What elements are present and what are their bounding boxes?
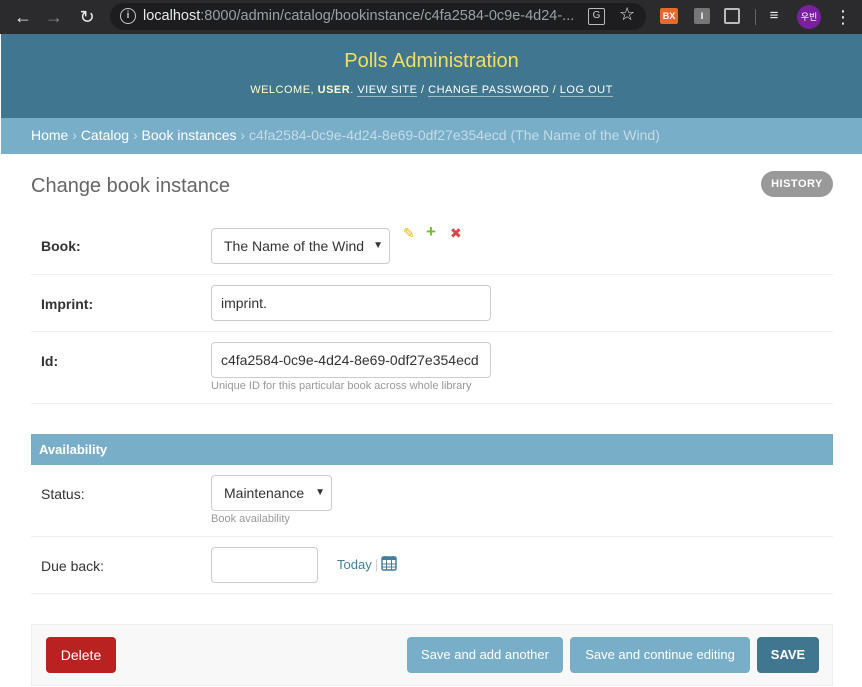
view-site-link[interactable]: View site — [357, 84, 418, 97]
edit-pencil-icon[interactable]: ✎ — [403, 225, 415, 242]
breadcrumb-book-instances[interactable]: Book instances — [142, 127, 237, 143]
add-plus-icon[interactable]: + — [426, 222, 436, 242]
status-select[interactable]: Maintenance ▼ — [211, 475, 332, 511]
form-row-status: Status: Maintenance ▼ Book availability — [31, 465, 833, 537]
url-text[interactable]: localhost:8000/admin/catalog/bookinstanc… — [143, 8, 583, 26]
browser-toolbar: ← → ↻ i localhost:8000/admin/catalog/boo… — [0, 0, 862, 34]
availability-heading: Availability — [31, 434, 833, 465]
form-row-due-back: Due back: Today | — [31, 537, 833, 594]
book-label: Book: — [41, 238, 81, 254]
profile-avatar[interactable]: 우빈 — [797, 5, 821, 29]
site-name[interactable]: Polls Administration — [1, 50, 862, 73]
save-and-add-another-button[interactable]: Save and add another — [407, 637, 563, 673]
forward-icon[interactable]: → — [41, 4, 67, 30]
info-icon[interactable]: i — [120, 8, 136, 24]
cast-extension-icon[interactable] — [724, 8, 740, 24]
form-row-book: Book: The Name of the Wind ▼ ✎ + ✖ — [31, 217, 833, 275]
toolbar-divider — [755, 9, 756, 25]
today-separator: | — [375, 557, 379, 572]
breadcrumb-current: c4fa2584-0c9e-4d24-8e69-0df27e354ecd (Th… — [248, 127, 660, 143]
id-help-text: Unique ID for this particular book acros… — [211, 380, 472, 392]
extension-icon[interactable]: BX — [660, 8, 678, 24]
breadcrumb: Home › Catalog › Book instances › c4fa25… — [1, 118, 862, 154]
translate-icon[interactable]: G — [588, 8, 605, 25]
due-back-label: Due back: — [41, 558, 105, 574]
admin-header: Polls Administration Welcome, user. View… — [1, 34, 862, 118]
due-back-input[interactable] — [211, 547, 318, 583]
imprint-input[interactable]: imprint. — [211, 285, 491, 321]
delete-x-icon[interactable]: ✖ — [450, 225, 462, 242]
book-select[interactable]: The Name of the Wind ▼ — [211, 228, 390, 264]
submit-row: Delete Save and add another Save and con… — [31, 624, 833, 686]
save-button[interactable]: SAVE — [757, 637, 819, 673]
user-tools: Welcome, user. View site / Change passwo… — [250, 84, 613, 97]
form-row-imprint: Imprint: imprint. — [31, 275, 833, 332]
back-icon[interactable]: ← — [10, 4, 36, 30]
welcome-text: Welcome, — [250, 84, 318, 96]
delete-button[interactable]: Delete — [46, 637, 116, 673]
status-label: Status: — [41, 486, 85, 502]
breadcrumb-catalog[interactable]: Catalog — [81, 127, 129, 143]
today-link[interactable]: Today — [337, 557, 372, 572]
history-button[interactable]: History — [761, 171, 833, 197]
form-row-id: Id: c4fa2584-0c9e-4d24-8e69-0df27e354ecd… — [31, 332, 833, 404]
status-help-text: Book availability — [211, 513, 290, 525]
breadcrumb-home[interactable]: Home — [31, 127, 68, 143]
page-title: Change book instance — [31, 175, 231, 197]
address-bar[interactable]: i localhost:8000/admin/catalog/bookinsta… — [110, 3, 646, 30]
imprint-label: Imprint: — [41, 296, 94, 312]
id-input[interactable]: c4fa2584-0c9e-4d24-8e69-0df27e354ecd — [211, 342, 491, 378]
save-and-continue-button[interactable]: Save and continue editing — [570, 637, 750, 673]
log-out-link[interactable]: Log out — [559, 84, 613, 97]
browser-menu-icon[interactable]: ⋮ — [834, 5, 852, 29]
reader-extension-icon[interactable]: I — [694, 8, 710, 24]
chevron-down-icon: ▼ — [315, 487, 325, 498]
bookmark-star-icon[interactable]: ☆ — [619, 4, 635, 25]
reload-icon[interactable]: ↻ — [74, 4, 100, 30]
chevron-down-icon: ▼ — [373, 240, 383, 251]
change-password-link[interactable]: Change password — [428, 84, 550, 97]
username: user — [317, 84, 351, 96]
id-label: Id: — [41, 353, 59, 369]
calendar-icon[interactable] — [381, 555, 397, 571]
media-queue-icon[interactable]: ≡ — [766, 8, 782, 24]
